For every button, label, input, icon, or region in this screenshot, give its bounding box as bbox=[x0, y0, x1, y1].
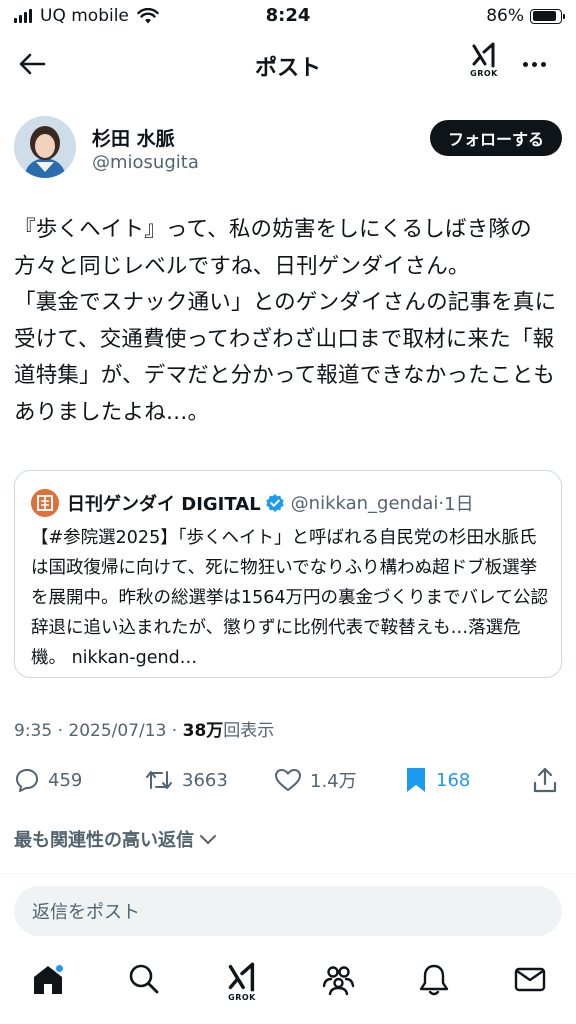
replies-sort-label: 最も関連性の高い返信 bbox=[14, 830, 194, 851]
post-meta: 9:35 · 2025/07/13 · 38万回表示 bbox=[14, 716, 274, 741]
dot-icon bbox=[531, 61, 537, 67]
dot-icon bbox=[522, 61, 528, 67]
grok-icon bbox=[228, 962, 255, 992]
battery-level bbox=[532, 11, 556, 21]
author-row: 杉田 水脈 @miosugita フォローする bbox=[14, 116, 562, 186]
share-icon bbox=[533, 767, 557, 793]
repost-count: 3663 bbox=[182, 769, 228, 791]
quote-text: 【#参院選2025】「歩くヘイト」と呼ばれる自民党の杉田水脈氏は国政復帰に向けて… bbox=[31, 528, 549, 668]
tab-grok[interactable]: GROK bbox=[220, 962, 264, 1012]
repost-icon bbox=[146, 771, 172, 789]
quote-timestamp: 1日 bbox=[444, 494, 474, 515]
follow-button[interactable]: フォローする bbox=[429, 120, 562, 156]
like-button[interactable]: 1.4万 bbox=[274, 760, 357, 800]
tab-notifications[interactable] bbox=[412, 962, 456, 1012]
tab-home[interactable] bbox=[26, 962, 70, 1012]
chevron-down-icon bbox=[200, 835, 216, 844]
meta-separator: · bbox=[52, 721, 69, 741]
tab-communities[interactable] bbox=[316, 962, 360, 1012]
views-count: 38万 bbox=[182, 721, 224, 741]
meta-separator: · bbox=[166, 721, 183, 741]
avatar-photo bbox=[14, 116, 76, 178]
heart-icon bbox=[275, 769, 301, 791]
post-time: 9:35 bbox=[14, 721, 53, 741]
bookmark-icon bbox=[407, 768, 425, 792]
like-count: 1.4万 bbox=[310, 771, 357, 792]
share-button[interactable] bbox=[532, 760, 558, 800]
mail-icon bbox=[514, 967, 546, 992]
post-actions: 459 3663 1.4万 168 bbox=[14, 760, 562, 800]
reply-placeholder: 返信をポスト bbox=[32, 902, 140, 923]
bottom-tab-bar: GROK bbox=[0, 950, 576, 1024]
more-options-button[interactable] bbox=[514, 48, 554, 80]
bookmark-count: 168 bbox=[436, 769, 471, 791]
nikkan-gendai-logo-icon bbox=[31, 489, 59, 517]
bell-icon bbox=[419, 964, 449, 996]
reply-button[interactable]: 459 bbox=[14, 760, 82, 800]
tab-search[interactable] bbox=[122, 962, 166, 1012]
grok-icon bbox=[472, 42, 495, 68]
divider bbox=[0, 873, 576, 874]
dot-icon bbox=[540, 61, 546, 67]
post-text: 『歩くヘイト』って、私の妨害をしにくるしばき隊の方々と同じレベルですね、日刊ゲン… bbox=[14, 217, 557, 425]
quoted-post[interactable]: 日刊ゲンダイ DIGITAL @nikkan_gendai · 1日 【#参院選… bbox=[14, 470, 562, 678]
quote-avatar bbox=[31, 489, 59, 517]
repost-button[interactable]: 3663 bbox=[144, 760, 228, 800]
notification-dot bbox=[55, 964, 64, 973]
communities-icon bbox=[322, 966, 355, 996]
grok-tab-label: GROK bbox=[228, 993, 256, 1002]
top-nav: ポスト GROK bbox=[0, 34, 576, 94]
grok-button[interactable]: GROK bbox=[466, 42, 502, 86]
status-bar: UQ mobile 8:24 86% bbox=[0, 0, 576, 34]
quote-author-handle: @nikkan_gendai bbox=[290, 492, 439, 514]
reply-count: 459 bbox=[48, 769, 83, 791]
verified-badge-icon bbox=[265, 493, 285, 513]
reply-input[interactable]: 返信をポスト bbox=[14, 886, 562, 936]
author-name[interactable]: 杉田 水脈 bbox=[92, 124, 175, 151]
tab-messages[interactable] bbox=[508, 962, 552, 1012]
search-icon bbox=[129, 964, 159, 994]
post-date: 2025/07/13 bbox=[68, 721, 167, 741]
replies-sort-dropdown[interactable]: 最も関連性の高い返信 bbox=[14, 826, 218, 852]
quote-author-name: 日刊ゲンダイ DIGITAL bbox=[67, 494, 261, 515]
bookmark-button[interactable]: 168 bbox=[404, 760, 470, 800]
views-label: 回表示 bbox=[223, 721, 275, 741]
grok-label: GROK bbox=[470, 69, 498, 78]
avatar[interactable] bbox=[14, 116, 76, 178]
author-handle[interactable]: @miosugita bbox=[92, 152, 199, 173]
status-right: 86% bbox=[486, 6, 565, 26]
quote-header: 日刊ゲンダイ DIGITAL @nikkan_gendai · 1日 bbox=[31, 489, 474, 517]
reply-icon bbox=[16, 769, 38, 792]
battery-icon bbox=[530, 8, 565, 24]
battery-percent: 86% bbox=[486, 6, 524, 26]
